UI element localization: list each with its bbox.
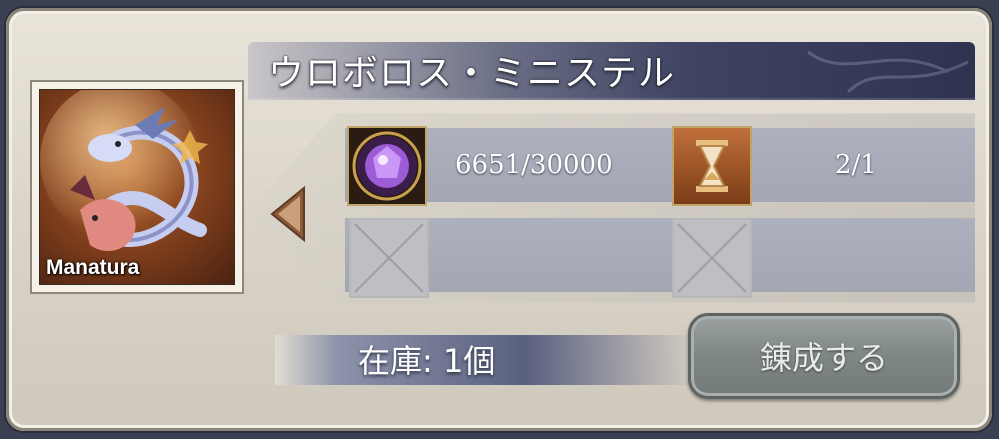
- material-row-2: [345, 218, 975, 292]
- craft-button[interactable]: 錬成する: [688, 313, 960, 399]
- portrait-label: Manatura: [46, 256, 140, 279]
- material-slot-gem[interactable]: [347, 126, 427, 206]
- gem-amount: 6651/30000: [455, 150, 613, 180]
- empty-slot-icon: [677, 223, 747, 293]
- material-slot-hourglass[interactable]: [672, 126, 752, 206]
- hourglass-icon: [696, 140, 728, 192]
- item-portrait[interactable]: Manatura: [30, 80, 244, 294]
- craft-button-label: 錬成する: [759, 339, 888, 377]
- purple-gem-icon: [352, 131, 422, 201]
- material-slot-empty-2[interactable]: [672, 218, 752, 298]
- left-arrow-icon: [270, 185, 305, 243]
- material-slot-empty-1[interactable]: [349, 218, 429, 298]
- item-title: ウロボロス・ミニステル: [268, 53, 676, 94]
- empty-slot-icon: [354, 223, 424, 293]
- hourglass-amount: 2/1: [835, 150, 877, 180]
- stock-label: 在庫: 1個: [358, 342, 496, 380]
- material-row-1: [345, 128, 975, 202]
